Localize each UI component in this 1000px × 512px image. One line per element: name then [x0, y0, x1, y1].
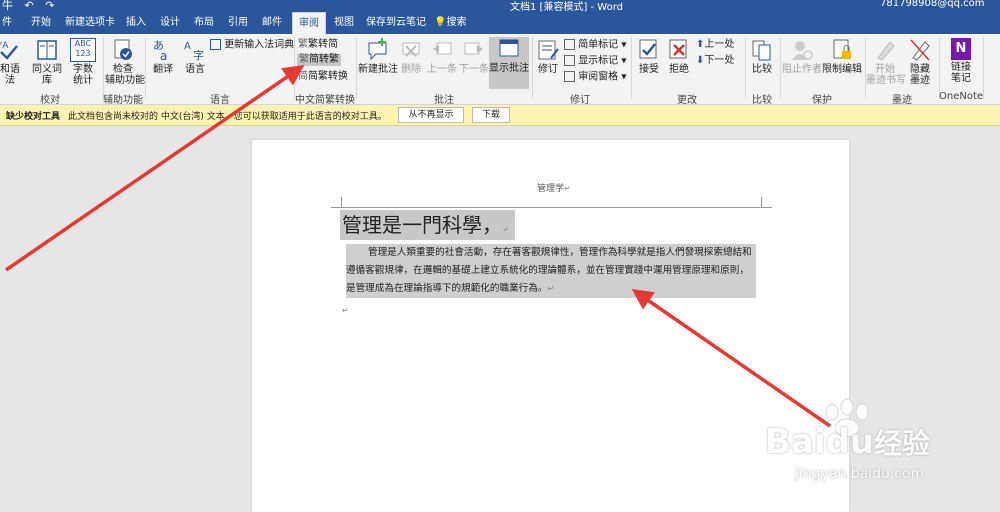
watermark-brand-cn: 经验 — [874, 427, 931, 460]
watermark-brand: Baidu — [765, 422, 875, 462]
watermark-url: jingyan.baidu.com — [795, 466, 925, 482]
baidu-jingyan-watermark: Baidu经验 jingyan.baidu.com — [755, 398, 995, 508]
red-arrow-to-simp-to-trad — [5, 65, 305, 272]
